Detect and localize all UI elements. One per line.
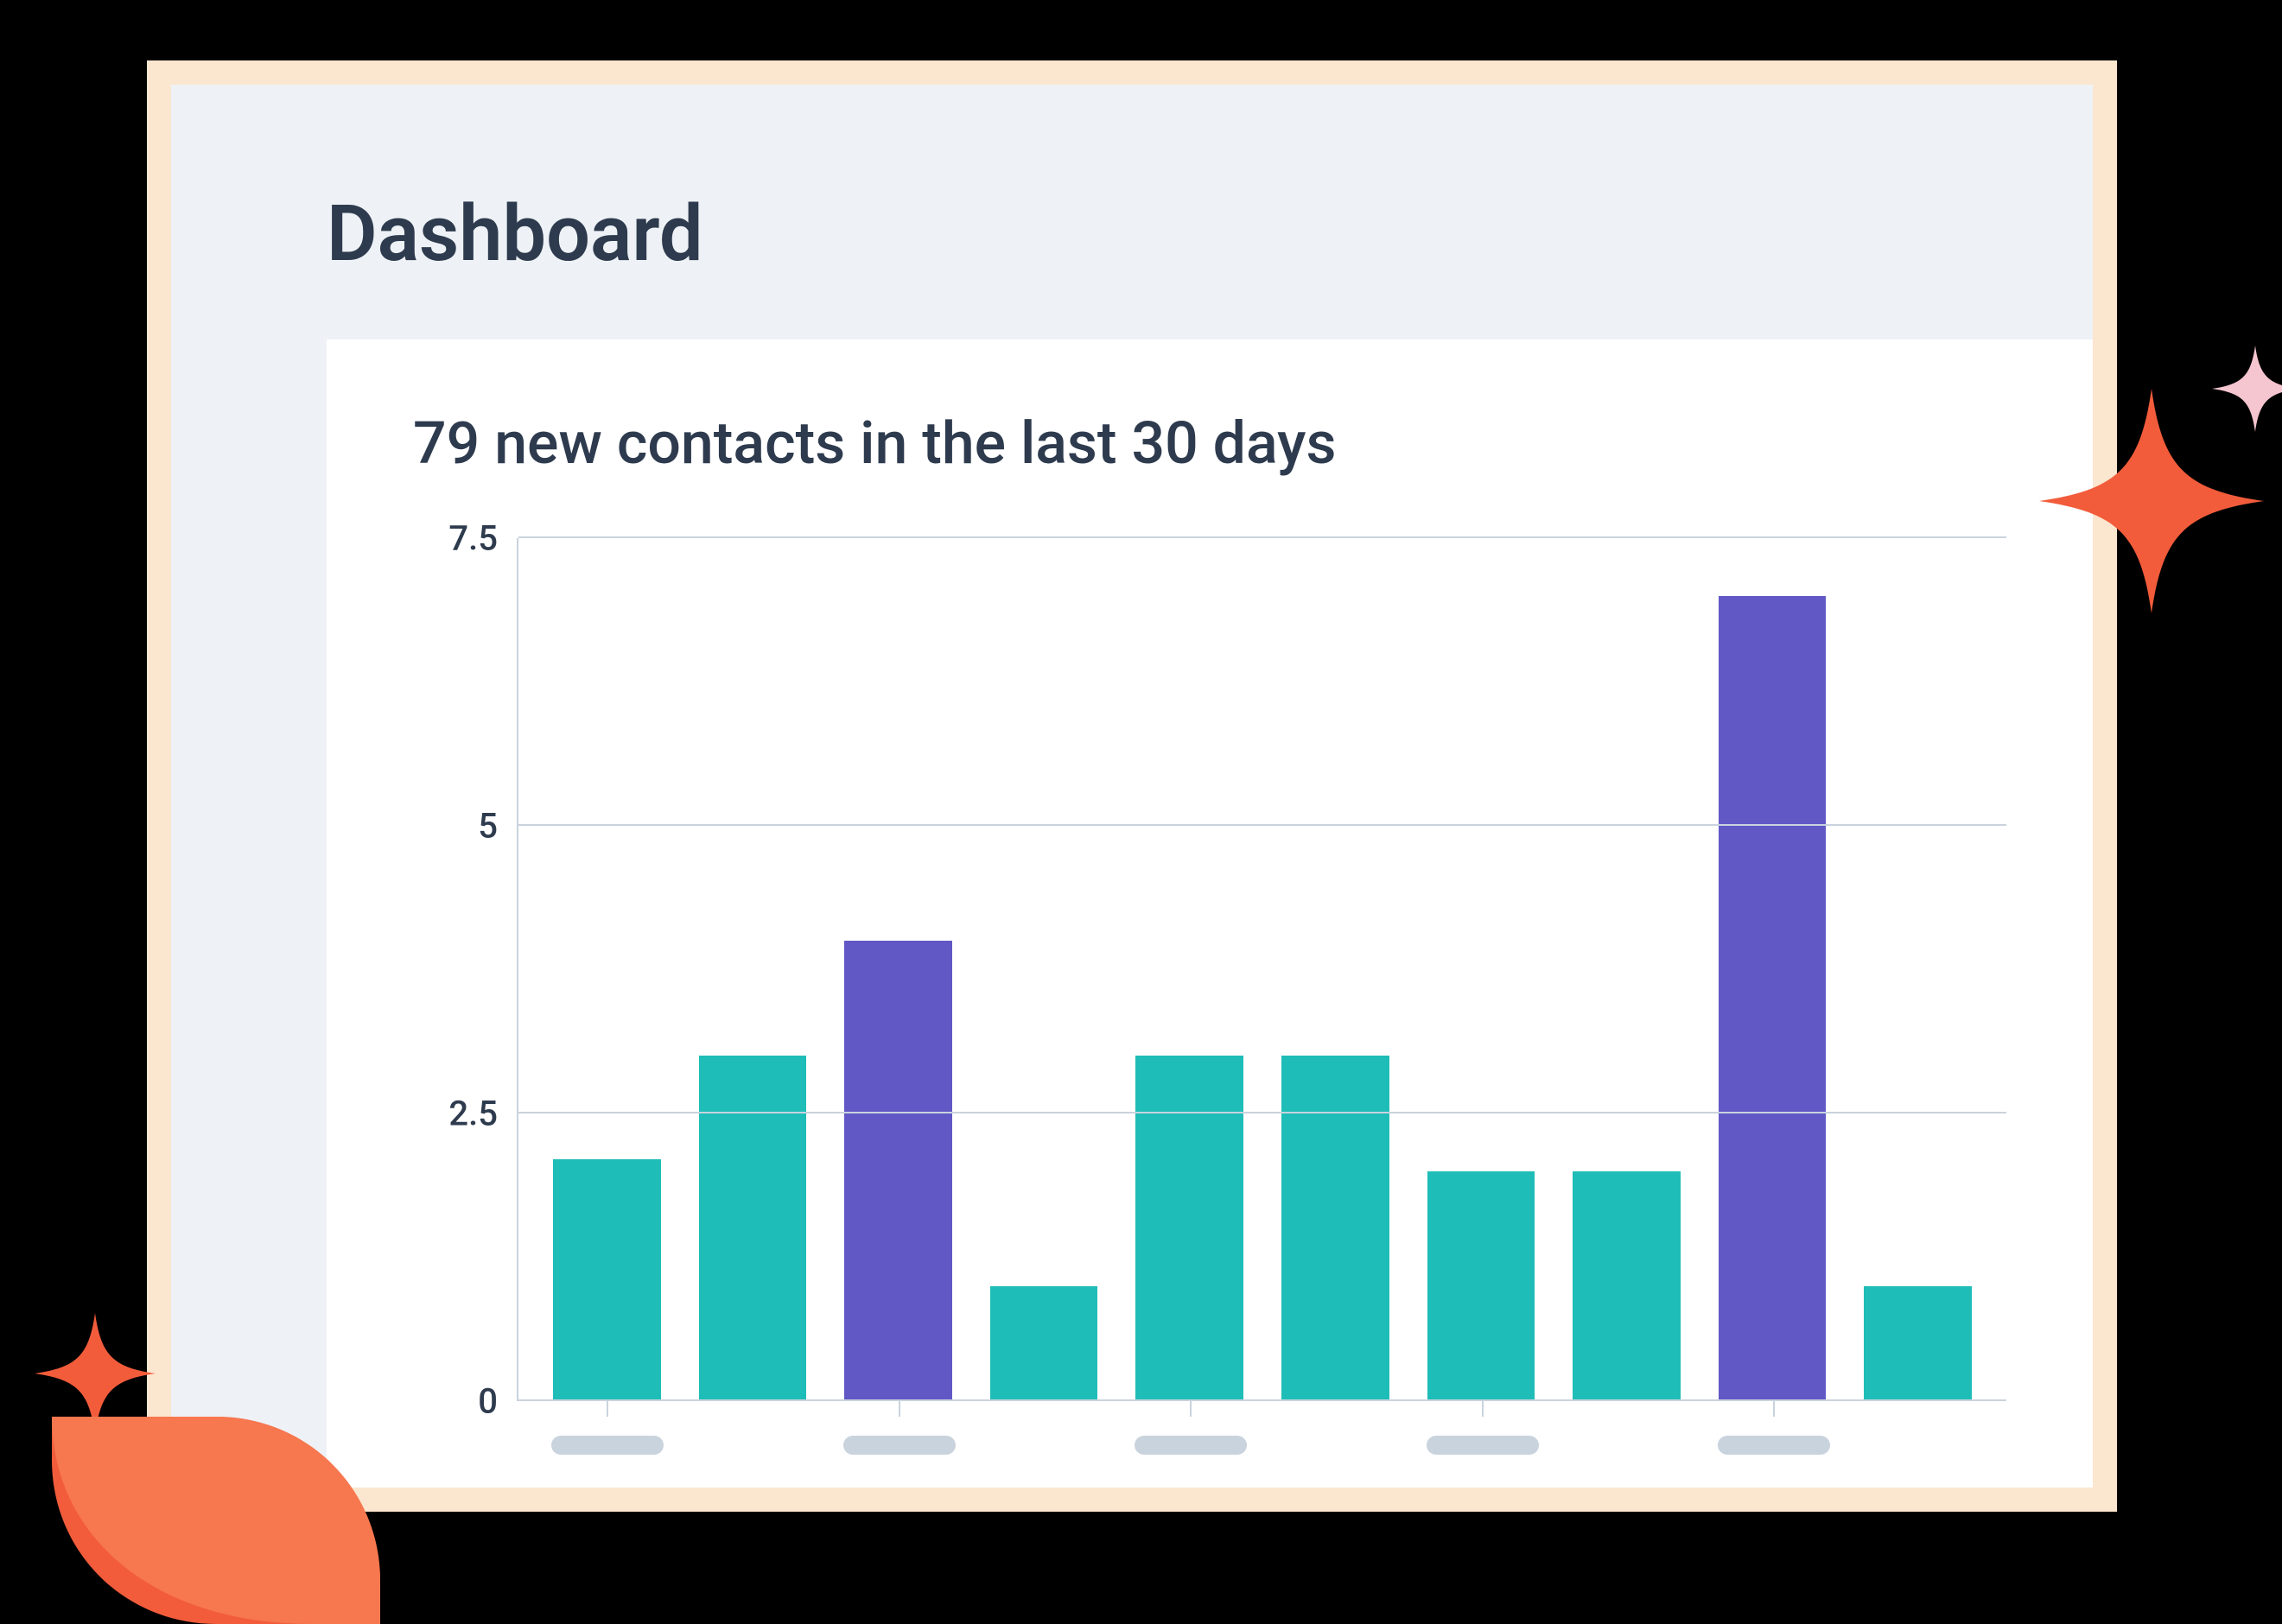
plot-area xyxy=(517,538,2006,1401)
x-tick-mark xyxy=(1482,1401,1484,1417)
x-slot xyxy=(702,1401,805,1488)
bars-container xyxy=(518,538,2006,1401)
bar xyxy=(1719,596,1827,1401)
y-axis: 02.557.5 xyxy=(413,538,517,1401)
x-slot xyxy=(1868,1401,1972,1488)
y-tick-label: 7.5 xyxy=(448,518,498,559)
x-slot xyxy=(1427,1401,1539,1488)
bar xyxy=(990,1286,1098,1401)
x-tick-mark xyxy=(899,1401,900,1417)
y-tick-label: 0 xyxy=(478,1381,498,1422)
bar xyxy=(1573,1171,1681,1401)
x-label-placeholder xyxy=(1718,1436,1830,1455)
x-slot xyxy=(1135,1401,1247,1488)
grid-line xyxy=(518,824,2006,826)
x-slot xyxy=(1718,1401,1830,1488)
bar xyxy=(844,941,952,1401)
page-title: Dashboard xyxy=(171,85,2093,339)
x-label-placeholder xyxy=(1427,1436,1539,1455)
bar xyxy=(553,1159,661,1401)
bar xyxy=(1864,1286,1972,1401)
dashboard-panel: Dashboard 79 new contacts in the last 30… xyxy=(171,85,2093,1488)
x-slot xyxy=(1285,1401,1389,1488)
sparkle-small-pink-icon xyxy=(2212,346,2282,432)
x-tick-mark xyxy=(607,1401,608,1417)
x-label-placeholder xyxy=(843,1436,956,1455)
x-tick-mark xyxy=(1773,1401,1775,1417)
x-label-placeholder xyxy=(551,1436,664,1455)
bar-chart: 02.557.5 xyxy=(413,538,2006,1488)
sparkle-bottom-orange-icon xyxy=(35,1313,156,1434)
x-tick-mark xyxy=(1190,1401,1192,1417)
contacts-card: 79 new contacts in the last 30 days 0 2.5… xyxy=(327,339,2093,1488)
x-slot xyxy=(843,1401,956,1488)
bar xyxy=(1281,1056,1389,1401)
bar xyxy=(1427,1171,1535,1401)
x-label-placeholder xyxy=(1135,1436,1247,1455)
grid-line xyxy=(518,1112,2006,1113)
x-slot xyxy=(551,1401,664,1488)
x-slot xyxy=(994,1401,1097,1488)
y-tick-label: 5 xyxy=(478,806,498,847)
bar xyxy=(699,1056,807,1401)
x-axis xyxy=(517,1401,2006,1488)
grid-line xyxy=(518,536,2006,538)
chart-title: 79 new contacts in the last 30 days xyxy=(413,409,2006,478)
bar xyxy=(1135,1056,1243,1401)
y-tick-label: 2.5 xyxy=(448,1094,498,1134)
x-slot xyxy=(1577,1401,1681,1488)
dashboard-frame: Dashboard 79 new contacts in the last 30… xyxy=(147,60,2117,1512)
